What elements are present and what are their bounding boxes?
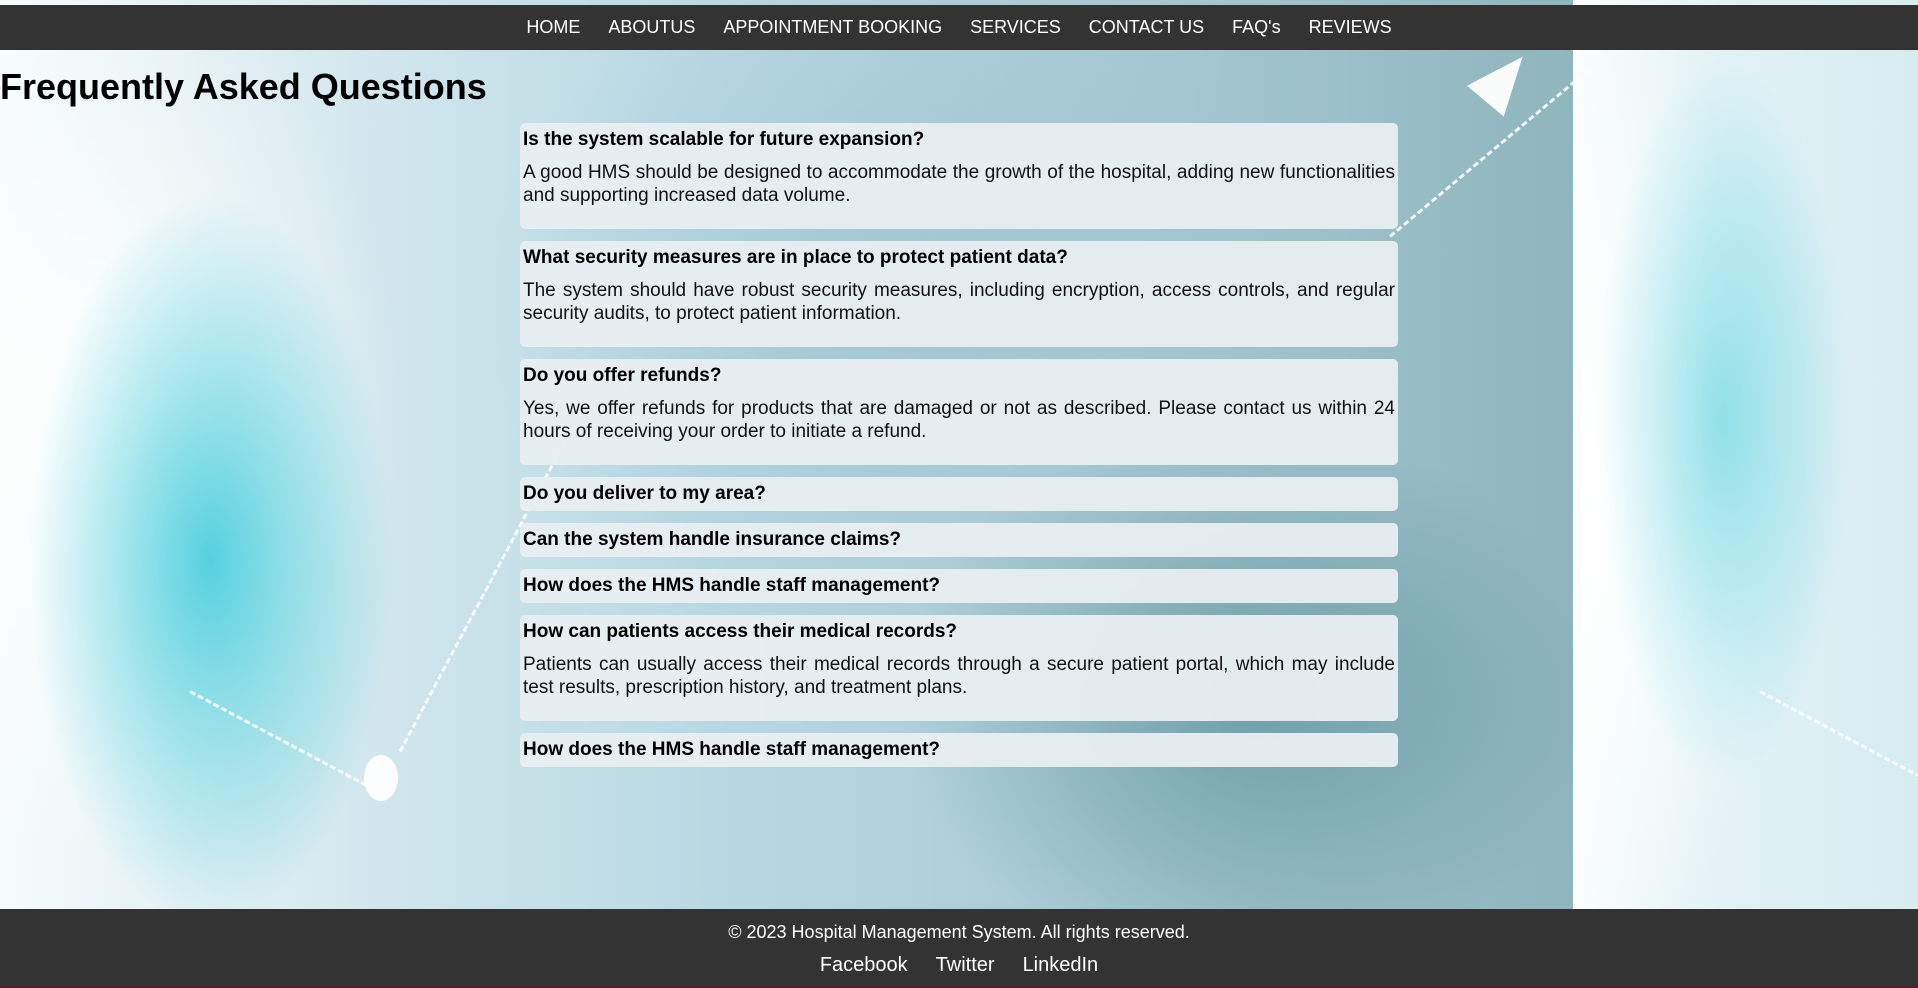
faq-item[interactable]: Is the system scalable for future expans… [520,123,1398,229]
nav-home[interactable]: HOME [512,5,594,50]
faq-answer: A good HMS should be designed to accommo… [523,162,1395,206]
faq-item[interactable]: Can the system handle insurance claims? [520,523,1398,557]
faq-item[interactable]: Do you offer refunds? Yes, we offer refu… [520,359,1398,465]
faq-question[interactable]: How can patients access their medical re… [523,617,1395,645]
faq-answer: Yes, we offer refunds for products that … [523,398,1395,442]
nav-services[interactable]: SERVICES [956,5,1075,50]
footer-copyright: © 2023 Hospital Management System. All r… [728,922,1190,942]
footer-link-twitter[interactable]: Twitter [922,953,1009,977]
nav-about-us[interactable]: ABOUTUS [594,5,709,50]
faq-question[interactable]: How does the HMS handle staff management… [523,571,1395,599]
footer-link-linkedin[interactable]: LinkedIn [1009,953,1113,977]
faq-item[interactable]: What security measures are in place to p… [520,241,1398,347]
footer-social-links: Facebook Twitter LinkedIn [0,953,1918,977]
faq-list: Is the system scalable for future expans… [520,123,1398,779]
background-dot [364,755,398,801]
main-navigation: HOME ABOUTUS APPOINTMENT BOOKING SERVICE… [0,5,1918,50]
nav-appointment-booking[interactable]: APPOINTMENT BOOKING [709,5,956,50]
faq-answer: Patients can usually access their medica… [523,654,1395,698]
faq-item[interactable]: How does the HMS handle staff management… [520,569,1398,603]
faq-item[interactable]: How does the HMS handle staff management… [520,733,1398,767]
nav-contact-us[interactable]: CONTACT US [1075,5,1218,50]
page-title: Frequently Asked Questions [0,66,487,107]
page-footer: © 2023 Hospital Management System. All r… [0,909,1918,988]
faq-item[interactable]: Do you deliver to my area? [520,477,1398,511]
footer-link-facebook[interactable]: Facebook [806,953,922,977]
faq-answer: The system should have robust security m… [523,280,1395,324]
faq-question[interactable]: Is the system scalable for future expans… [523,125,1395,153]
faq-question[interactable]: Can the system handle insurance claims? [523,525,1395,553]
faq-question[interactable]: Do you offer refunds? [523,361,1395,389]
nav-reviews[interactable]: REVIEWS [1295,5,1406,50]
background-photo-repeat [1573,0,1918,988]
faq-question[interactable]: How does the HMS handle staff management… [523,735,1395,763]
faq-question[interactable]: What security measures are in place to p… [523,243,1395,271]
faq-question[interactable]: Do you deliver to my area? [523,479,1395,507]
nav-faqs[interactable]: FAQ's [1218,5,1294,50]
faq-item[interactable]: How can patients access their medical re… [520,615,1398,721]
